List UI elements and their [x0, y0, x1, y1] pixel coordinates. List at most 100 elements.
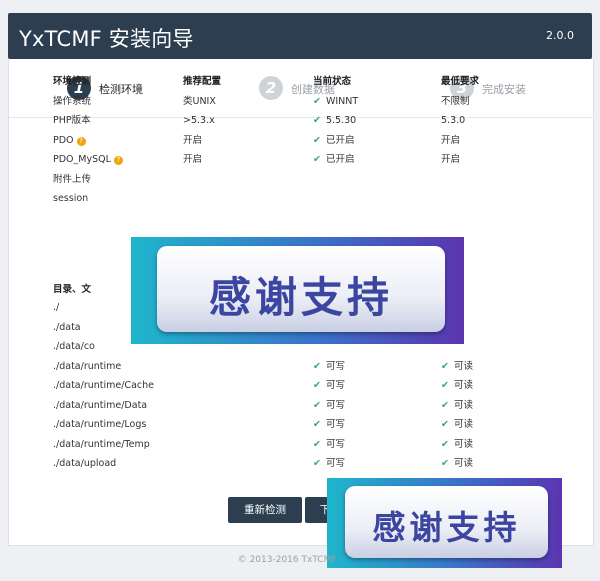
table-row: ./data/runtime/Logs ✔ 可写 ✔ 可读 — [53, 415, 553, 435]
dir-path: ./ — [53, 302, 60, 313]
help-icon[interactable]: ? — [76, 136, 86, 146]
dir-write-value: 可写 — [325, 399, 345, 411]
dir-write: ✔ 可写 — [313, 376, 345, 396]
table-row: ./data/runtime ✔ 可写 ✔ 可读 — [53, 357, 553, 377]
env-minimum: 开启 — [441, 134, 461, 146]
thanks-banner-small-card: 感谢支持 — [345, 486, 548, 558]
dir-write: ✔ 可写 — [313, 415, 345, 435]
dir-path: ./data/runtime — [53, 360, 122, 372]
dir-read-value: 可读 — [453, 399, 473, 411]
env-current-value: WINNT — [325, 95, 359, 107]
dir-read: ✔ 可读 — [441, 415, 473, 435]
env-recommended: 开启 — [183, 154, 203, 165]
env-current: ✔ WINNT — [313, 92, 358, 112]
table-row: PDO? 开启 ✔ 已开启 开启 — [53, 131, 553, 151]
col-header-recommended: 推荐配置 — [183, 76, 222, 87]
check-icon: ✔ — [313, 380, 321, 391]
col-header-current: 当前状态 — [313, 76, 352, 87]
check-icon: ✔ — [441, 419, 449, 430]
thanks-banner: 感谢支持 — [131, 237, 464, 344]
dir-read-value: 可读 — [453, 438, 473, 450]
check-icon: ✔ — [441, 380, 449, 391]
env-current-value: 已开启 — [325, 154, 355, 165]
env-name-text: PDO_MySQL — [53, 154, 111, 165]
col-header-minimum: 最低要求 — [441, 76, 480, 87]
env-check-table: 环境检测 推荐配置 当前状态 最低要求 操作系统 类UNIX ✔ WINNT 不限… — [53, 72, 553, 209]
env-recommended: 类UNIX — [183, 95, 216, 107]
env-current: ✔ 已开启 — [313, 150, 354, 170]
dir-path: ./data — [53, 321, 81, 333]
dir-path: ./data/upload — [53, 458, 117, 469]
thanks-banner-text: 感谢支持 — [208, 273, 393, 322]
check-icon: ✔ — [313, 154, 321, 165]
env-current-value: 已开启 — [325, 134, 355, 146]
table-row: ./data/runtime/Data ✔ 可写 ✔ 可读 — [53, 396, 553, 416]
dir-write-value: 可写 — [325, 360, 345, 372]
env-table-header: 环境检测 推荐配置 当前状态 最低要求 — [53, 72, 553, 92]
env-name: 附件上传 — [53, 173, 92, 185]
env-recommended: >5.3.x — [183, 115, 215, 126]
dir-write: ✔ 可写 — [313, 454, 345, 474]
dir-read: ✔ 可读 — [441, 376, 473, 396]
env-minimum: 开启 — [441, 154, 461, 165]
dir-read-value: 可读 — [453, 458, 473, 469]
table-row: PHP版本 >5.3.x ✔ 5.5.30 5.3.0 — [53, 111, 553, 131]
dir-write-value: 可写 — [325, 419, 345, 430]
dir-read: ✔ 可读 — [441, 435, 473, 455]
dir-read-value: 可读 — [453, 380, 473, 391]
dir-read: ✔ 可读 — [441, 454, 473, 474]
dir-write: ✔ 可写 — [313, 435, 345, 455]
dir-read: ✔ 可读 — [441, 396, 473, 416]
table-row: ./data/upload ✔ 可写 ✔ 可读 — [53, 454, 553, 474]
dir-path: ./data/runtime/Cache — [53, 380, 154, 391]
version-label: 2.0.0 — [546, 29, 574, 42]
env-recommended: 开启 — [183, 134, 203, 146]
dir-read-value: 可读 — [453, 419, 473, 430]
recheck-button[interactable]: 重新检测 — [228, 497, 302, 523]
dir-write: ✔ 可写 — [313, 396, 345, 416]
dir-path: ./data/runtime/Logs — [53, 419, 147, 430]
dir-path: ./data/runtime/Data — [53, 399, 148, 411]
header-bar: YxTCMF 安装向导 2.0.0 — [8, 13, 592, 59]
env-name: PDO? — [53, 131, 86, 151]
check-icon: ✔ — [441, 458, 449, 469]
dir-read: ✔ 可读 — [441, 357, 473, 377]
thanks-banner-card: 感谢支持 — [157, 246, 445, 332]
check-icon: ✔ — [313, 134, 321, 146]
env-name: session — [53, 193, 89, 204]
help-icon[interactable]: ? — [113, 156, 123, 165]
env-current-value: 5.5.30 — [325, 115, 357, 126]
dir-write-value: 可写 — [325, 438, 345, 450]
check-icon: ✔ — [441, 399, 449, 411]
env-name-text: PDO — [53, 134, 74, 146]
dirs-header: 目录、文 — [53, 284, 92, 295]
check-icon: ✔ — [313, 95, 321, 107]
check-icon: ✔ — [441, 438, 449, 450]
check-icon: ✔ — [441, 360, 449, 372]
check-icon: ✔ — [313, 399, 321, 411]
installer-page: YxTCMF 安装向导 2.0.0 1 检测环境 2 创建数据 3 完成安装 环… — [0, 0, 600, 581]
table-row: ./data/runtime/Cache ✔ 可写 ✔ 可读 — [53, 376, 553, 396]
app-title: YxTCMF 安装向导 — [19, 27, 194, 51]
env-name: 操作系统 — [53, 95, 92, 107]
dir-write-value: 可写 — [325, 458, 345, 469]
dir-read-value: 可读 — [453, 360, 473, 372]
col-header-check: 环境检测 — [53, 76, 92, 87]
table-row: PDO_MySQL? 开启 ✔ 已开启 开启 — [53, 150, 553, 170]
thanks-banner-small-text: 感谢支持 — [372, 508, 521, 547]
check-icon: ✔ — [313, 115, 321, 126]
check-icon: ✔ — [313, 419, 321, 430]
env-name: PDO_MySQL? — [53, 150, 123, 170]
env-minimum: 5.3.0 — [441, 115, 466, 126]
table-row: session — [53, 189, 553, 209]
dir-write-value: 可写 — [325, 380, 345, 391]
env-name: PHP版本 — [53, 115, 91, 126]
dir-write: ✔ 可写 — [313, 357, 345, 377]
check-icon: ✔ — [313, 438, 321, 450]
check-icon: ✔ — [313, 360, 321, 372]
env-current: ✔ 已开启 — [313, 131, 354, 151]
footer-copyright: © 2013-2016 TxTCMF — [237, 555, 363, 565]
dir-path: ./data/co — [53, 341, 95, 352]
table-row: 附件上传 — [53, 170, 553, 190]
env-minimum: 不限制 — [441, 95, 470, 107]
